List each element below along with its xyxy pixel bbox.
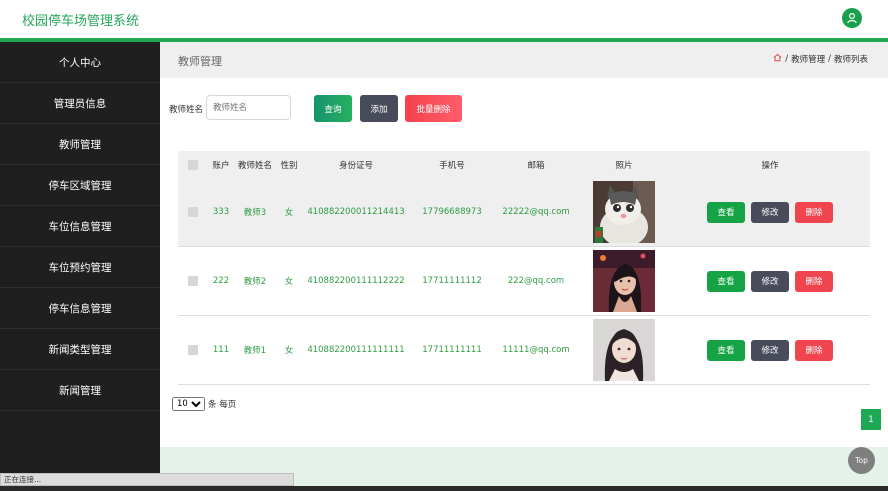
column-header: 教师姓名 (237, 160, 272, 171)
cell-id-number: 410882200111112222 (307, 276, 405, 286)
app-title: 校园停车场管理系统 (22, 14, 140, 29)
cell-name: 教师1 (243, 346, 267, 356)
page-size-control: 10 条 每页 (172, 397, 236, 411)
sidebar-item-news[interactable]: 新闻管理 (0, 370, 160, 411)
delete-button[interactable]: 删除 (795, 339, 833, 361)
column-header: 身份证号 (338, 160, 373, 171)
cell-phone: 17711111112 (422, 276, 482, 286)
row-checkbox[interactable] (188, 345, 198, 355)
sidebar-item-space-info[interactable]: 车位信息管理 (0, 206, 160, 247)
breadcrumb-separator: / (785, 54, 789, 64)
browser-status-bar: 正在连接... (0, 473, 294, 486)
page-size-select[interactable]: 10 (172, 397, 205, 411)
edit-button[interactable]: 修改 (751, 270, 789, 292)
batch-delete-button[interactable]: 批量删除 (405, 95, 462, 122)
sidebar-item-parking-info[interactable]: 停车信息管理 (0, 288, 160, 329)
sidebar-item-admin-info[interactable]: 管理员信息 (0, 83, 160, 124)
cell-email: 11111@qq.com (502, 345, 570, 355)
sidebar-item-label: 教师管理 (59, 138, 101, 151)
teacher-photo-woman (593, 250, 655, 312)
delete-button[interactable]: 删除 (795, 270, 833, 292)
cell-phone: 17796688973 (422, 207, 482, 217)
row-checkbox[interactable] (188, 276, 198, 286)
os-taskbar (0, 486, 888, 491)
page-title: 教师管理 (178, 55, 222, 68)
teacher-name-input[interactable] (206, 95, 291, 120)
breadcrumb-item-teacher-management[interactable]: 教师管理 (791, 53, 825, 65)
search-label: 教师姓名 (169, 105, 204, 115)
table-row: 222 教师2 女 410882200111112222 17711111112… (178, 247, 870, 316)
cell-account: 111 (212, 345, 230, 355)
breadcrumb-separator: / (828, 54, 831, 64)
cell-phone: 17711111111 (422, 345, 482, 355)
breadcrumb: / 教师管理 / 教师列表 (773, 53, 868, 65)
home-icon[interactable] (773, 53, 782, 65)
sidebar-item-label: 车位预约管理 (48, 261, 112, 274)
page-header: 教师管理 / 教师管理 / 教师列表 (160, 42, 888, 78)
sidebar-item-space-reservation[interactable]: 车位预约管理 (0, 247, 160, 288)
cell-sex: 女 (284, 346, 294, 356)
cell-id-number: 410882200011214413 (307, 207, 405, 217)
cell-sex: 女 (284, 277, 294, 287)
column-header: 照片 (615, 160, 633, 171)
sidebar: 个人中心 管理员信息 教师管理 停车区域管理 车位信息管理 车位预约管理 停车信… (0, 42, 160, 474)
query-button[interactable]: 查询 (314, 95, 352, 122)
sidebar-item-label: 管理员信息 (53, 97, 107, 110)
column-header: 账户 (212, 160, 230, 171)
teacher-photo-woman (593, 319, 655, 381)
column-header: 手机号 (439, 160, 465, 171)
column-header: 邮箱 (527, 160, 545, 171)
cell-id-number: 410882200111111111 (307, 345, 405, 355)
top-header: 校园停车场管理系统 (0, 0, 888, 38)
pagination-current-page[interactable]: 1 (861, 409, 881, 430)
breadcrumb-item-teacher-list: 教师列表 (833, 55, 868, 65)
sidebar-item-news-type[interactable]: 新闻类型管理 (0, 329, 160, 370)
sidebar-item-label: 新闻类型管理 (48, 343, 112, 356)
cell-email: 222@qq.com (507, 276, 565, 286)
page-size-suffix: 条 每页 (208, 400, 237, 410)
view-button[interactable]: 查看 (707, 339, 745, 361)
table-row: 111 教师1 女 410882200111111111 17711111111… (178, 316, 870, 385)
cell-name: 教师3 (243, 208, 267, 218)
sidebar-item-label: 停车信息管理 (48, 302, 112, 315)
sidebar-item-label: 个人中心 (59, 56, 101, 69)
sidebar-item-label: 车位信息管理 (48, 220, 112, 233)
column-header: 性别 (280, 160, 298, 171)
table-row: 333 教师3 女 410882200011214413 17796688973… (178, 178, 870, 247)
back-to-top-button[interactable]: Top (848, 447, 875, 474)
edit-button[interactable]: 修改 (751, 339, 789, 361)
sidebar-item-personal-center[interactable]: 个人中心 (0, 42, 160, 83)
view-button[interactable]: 查看 (707, 201, 745, 223)
table-header: 账户 教师姓名 性别 身份证号 手机号 邮箱 照片 操作 (178, 151, 870, 178)
sidebar-item-label: 停车区域管理 (48, 179, 112, 192)
edit-button[interactable]: 修改 (751, 201, 789, 223)
cell-sex: 女 (284, 208, 294, 218)
row-checkbox[interactable] (188, 207, 198, 217)
teacher-photo-cat (593, 181, 655, 243)
cell-account: 333 (212, 207, 230, 217)
cell-name: 教师2 (243, 277, 267, 287)
search-bar: 教师姓名 查询 添加 批量删除 (160, 95, 888, 123)
sidebar-item-teacher-management[interactable]: 教师管理 (0, 124, 160, 165)
teacher-table: 账户 教师姓名 性别 身份证号 手机号 邮箱 照片 操作 333 教师3 女 4… (178, 151, 870, 385)
main-content: 教师管理 / 教师管理 / 教师列表 教师姓名 查询 添加 批量删除 账户 教师… (160, 42, 888, 491)
sidebar-item-parking-area[interactable]: 停车区域管理 (0, 165, 160, 206)
user-avatar-icon[interactable] (842, 8, 862, 28)
sidebar-item-label: 新闻管理 (59, 384, 101, 397)
delete-button[interactable]: 删除 (795, 201, 833, 223)
view-button[interactable]: 查看 (707, 270, 745, 292)
column-header: 操作 (761, 160, 779, 171)
select-all-checkbox[interactable] (188, 159, 198, 170)
cell-account: 222 (212, 276, 230, 286)
cell-email: 22222@qq.com (502, 207, 570, 217)
add-button[interactable]: 添加 (360, 95, 398, 122)
